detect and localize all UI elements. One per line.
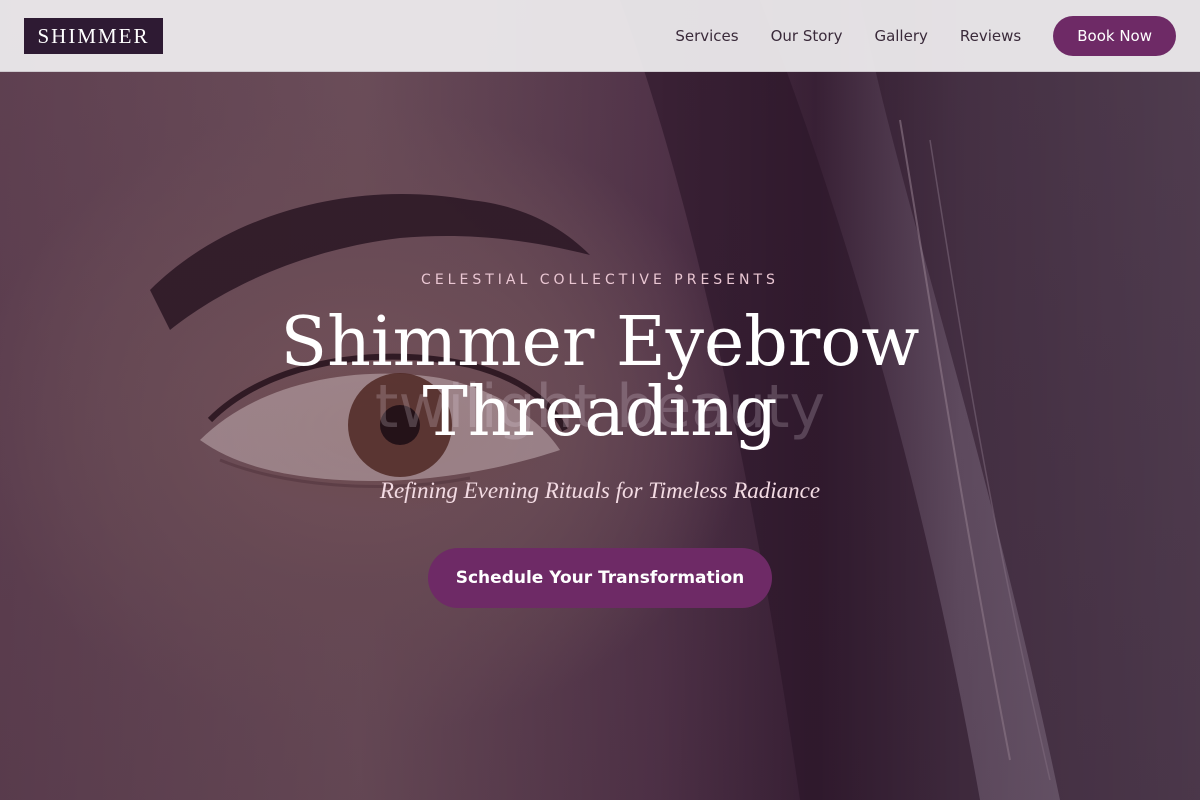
hero-title-line-1: Shimmer Eyebrow — [280, 303, 920, 382]
nav-our-story-link[interactable]: Our Story — [771, 27, 843, 45]
nav-reviews-link[interactable]: Reviews — [960, 27, 1021, 45]
landing-page: SHIMMER Services Our Story Gallery Revie… — [0, 0, 1200, 800]
site-logo[interactable]: SHIMMER — [24, 18, 163, 54]
hero-title-line-2: Threading — [422, 373, 778, 452]
nav-services-link[interactable]: Services — [675, 27, 738, 45]
book-now-button[interactable]: Book Now — [1053, 16, 1176, 56]
site-header: SHIMMER Services Our Story Gallery Revie… — [0, 0, 1200, 72]
nav-gallery-link[interactable]: Gallery — [874, 27, 927, 45]
schedule-cta-button[interactable]: Schedule Your Transformation — [428, 548, 772, 608]
hero-subtitle: Refining Evening Rituals for Timeless Ra… — [379, 478, 821, 503]
hero-title: Shimmer Eyebrow Threading — [200, 308, 1000, 448]
hero-eyebrow: CELESTIAL COLLECTIVE PRESENTS — [421, 272, 779, 288]
main-nav: Services Our Story Gallery Reviews Book … — [675, 16, 1176, 56]
